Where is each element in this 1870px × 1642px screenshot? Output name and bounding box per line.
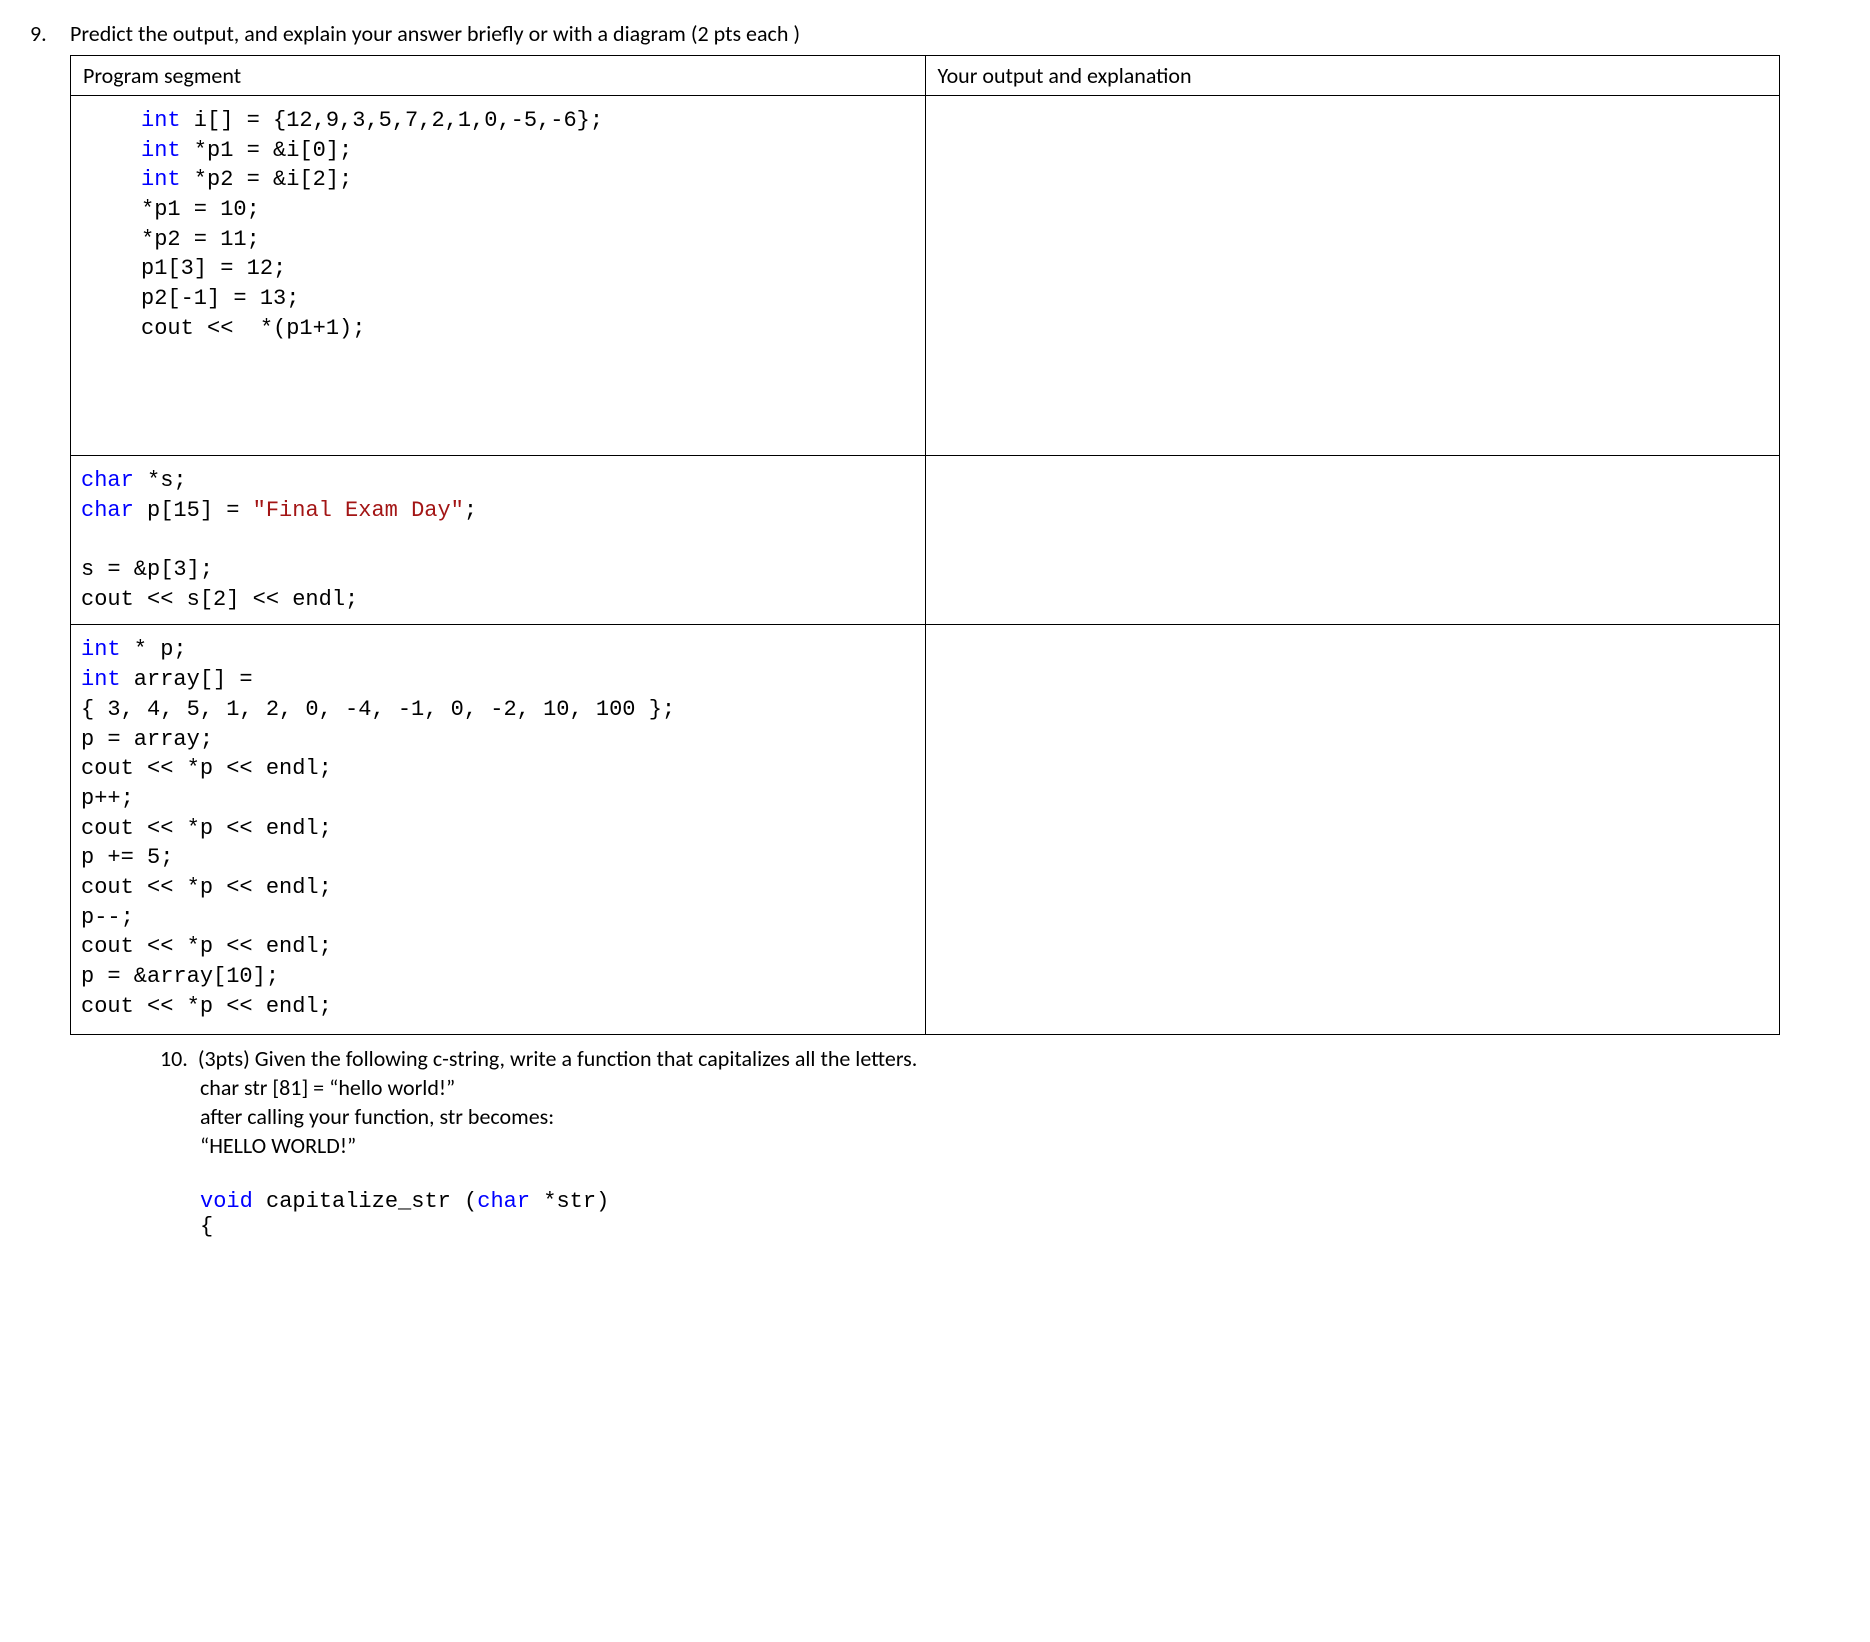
table-row: int i[] = {12,9,3,5,7,2,1,0,-5,-6}; int … <box>71 96 1780 456</box>
table-row: int * p; int array[] = { 3, 4, 5, 1, 2, … <box>71 625 1780 1035</box>
q10-code: void capitalize_str (char *str) { <box>200 1189 1840 1239</box>
question-9-header: 9. Predict the output, and explain your … <box>30 20 1840 47</box>
keyword: char <box>81 498 134 523</box>
code-cell-3: int * p; int array[] = { 3, 4, 5, 1, 2, … <box>71 625 926 1035</box>
string-literal: "Final Exam Day" <box>253 498 464 523</box>
keyword: void <box>200 1189 253 1214</box>
q10-line2: after calling your function, str becomes… <box>200 1103 1840 1130</box>
answer-cell-3 <box>925 625 1780 1035</box>
code-block-1: int i[] = {12,9,3,5,7,2,1,0,-5,-6}; int … <box>81 102 915 348</box>
keyword: int <box>141 138 181 163</box>
keyword: int <box>81 637 121 662</box>
header-program-segment: Program segment <box>71 56 926 96</box>
code-block-3: int * p; int array[] = { 3, 4, 5, 1, 2, … <box>81 631 915 1025</box>
q10-header-row: 10. (3pts) Given the following c-string,… <box>160 1045 1840 1072</box>
keyword: char <box>477 1189 530 1214</box>
q10-line3: “HELLO WORLD!” <box>200 1132 1840 1159</box>
q9-table-wrap: Program segment Your output and explanat… <box>70 55 1780 1035</box>
q9-prompt: Predict the output, and explain your ans… <box>70 20 1840 47</box>
code-cell-1: int i[] = {12,9,3,5,7,2,1,0,-5,-6}; int … <box>71 96 926 456</box>
q10-number: 10. <box>160 1045 188 1072</box>
keyword: char <box>81 468 134 493</box>
q10-prompt: (3pts) Given the following c-string, wri… <box>198 1045 917 1072</box>
q9-number: 9. <box>30 20 60 47</box>
header-output-explanation: Your output and explanation <box>925 56 1780 96</box>
answer-cell-1 <box>925 96 1780 456</box>
code-cell-2: char *s; char p[15] = "Final Exam Day"; … <box>71 456 926 625</box>
question-10-container: 10. (3pts) Given the following c-string,… <box>160 1045 1840 1239</box>
keyword: int <box>141 108 181 133</box>
q10-line1: char str [81] = “hello world!” <box>200 1074 1840 1101</box>
q9-table: Program segment Your output and explanat… <box>70 55 1780 1035</box>
keyword: int <box>141 167 181 192</box>
code-block-2: char *s; char p[15] = "Final Exam Day"; … <box>81 462 915 618</box>
table-row: char *s; char p[15] = "Final Exam Day"; … <box>71 456 1780 625</box>
keyword: int <box>81 667 121 692</box>
table-header-row: Program segment Your output and explanat… <box>71 56 1780 96</box>
q10-body: char str [81] = “hello world!” after cal… <box>200 1074 1840 1239</box>
answer-cell-2 <box>925 456 1780 625</box>
